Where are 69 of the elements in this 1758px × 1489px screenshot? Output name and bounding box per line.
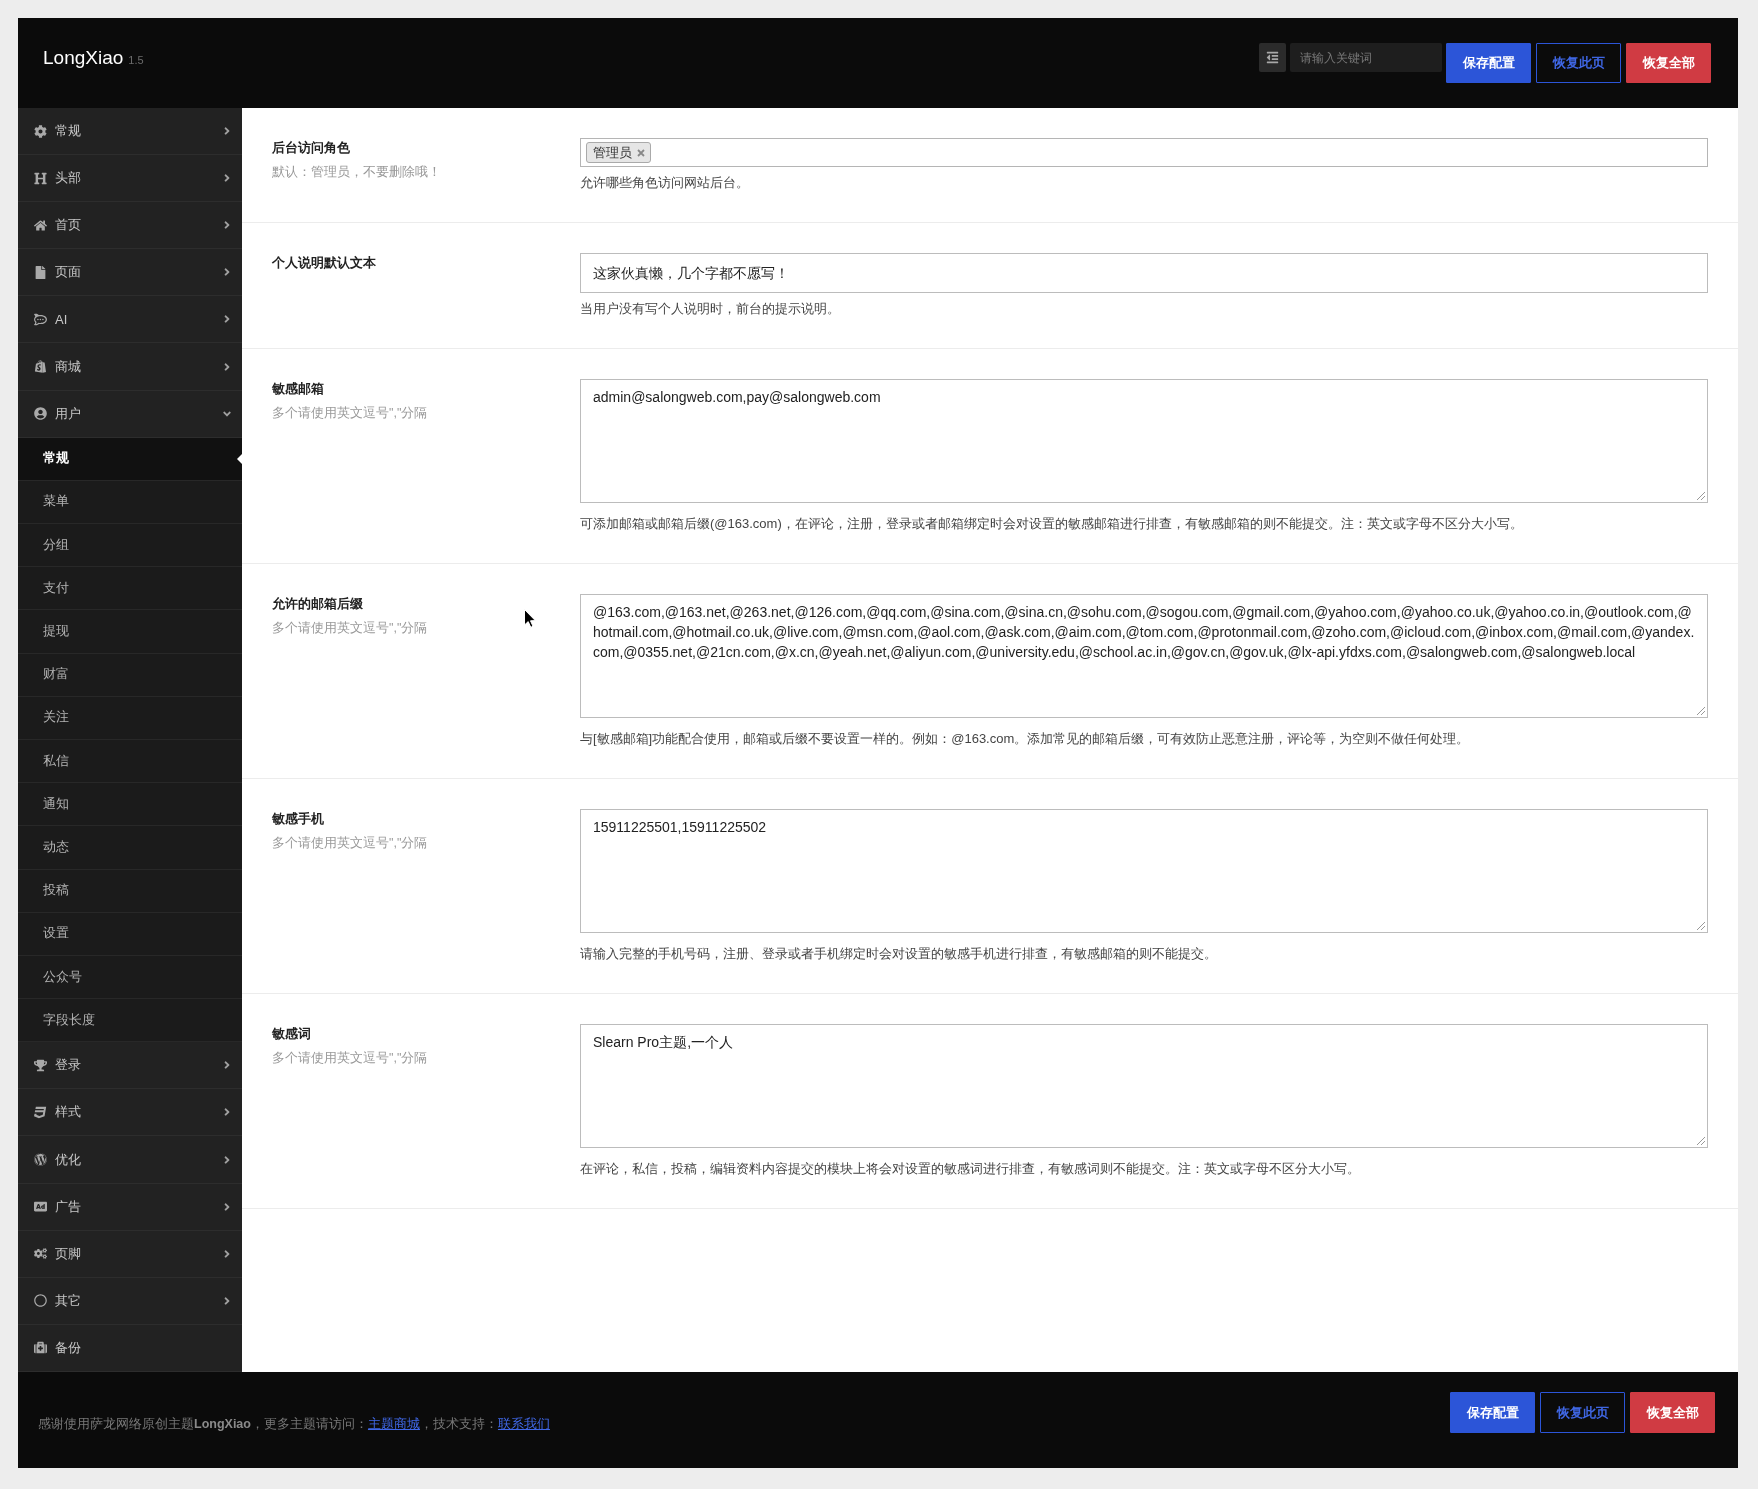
file-icon [34, 265, 47, 279]
sidebar-submenu-item[interactable]: 字段长度 [18, 999, 242, 1043]
css-logo-icon [34, 1105, 47, 1119]
textarea-field[interactable]: 15911225501,15911225502 [580, 809, 1708, 933]
trophy-icon [34, 1058, 47, 1072]
setting-label: 敏感手机 [272, 810, 324, 828]
restore-all-button[interactable]: 恢复全部 [1626, 43, 1711, 83]
textarea-field[interactable]: admin@salongweb.com,pay@salongweb.com [580, 379, 1708, 503]
footer-link[interactable]: 主题商城 [367, 1417, 420, 1431]
setting-note: 多个请使用英文逗号","分隔 [272, 405, 428, 422]
sidebar-submenu-item[interactable]: 设置 [18, 912, 242, 956]
setting-note: 多个请使用英文逗号","分隔 [272, 1050, 428, 1067]
textarea-field[interactable]: Slearn Pro主题,一个人 [580, 1024, 1708, 1148]
resize-grip-icon [1697, 707, 1705, 715]
help-text: 当用户没有写个人说明时，前台的提示说明。 [580, 300, 841, 318]
version-label: 1.5 [128, 53, 144, 68]
sidebar-submenu-item[interactable]: 私信 [18, 739, 242, 784]
save-button[interactable]: 保存配置 [1446, 43, 1531, 83]
help-text: 请输入完整的手机号码，注册、登录或者手机绑定时会对设置的敏感手机进行排查，有敏感邮箱的则不能提交。 [580, 945, 1218, 963]
help-text: 与[敏感邮箱]功能配合使用，邮箱或后缀不要设置一样的。例如：@163.com。添加常见的邮箱后缀，可有效防止恶意注册，评论等，为空则不做任何处理。 [580, 730, 1471, 748]
sidebar-submenu-item[interactable]: 财富 [18, 653, 242, 697]
heading-icon [34, 171, 47, 185]
logo-text[interactable]: LongXiao [43, 43, 124, 72]
sidebar-submenu-item[interactable]: 通知 [18, 783, 242, 827]
footer-credit: 感谢使用萨龙网络原创主题LongXiao，更多主题请访问：主题商城，技术支持：联系我们 [38, 1416, 550, 1433]
sidebar-submenu-item[interactable]: 分组 [18, 524, 242, 568]
search-field[interactable]: 请输入关键词 [1290, 43, 1442, 72]
setting-note: 多个请使用英文逗号","分隔 [272, 620, 428, 637]
home-icon [34, 218, 47, 232]
setting-note: 默认：管理员，不要删除哦！ [272, 164, 441, 181]
restore-page-button[interactable]: 恢复此页 [1540, 1392, 1625, 1433]
restore-page-button[interactable]: 恢复此页 [1536, 43, 1621, 83]
resize-grip-icon [1697, 1137, 1705, 1145]
text-input-field[interactable]: 这家伙真懒，几个字都不愿写！ [580, 253, 1708, 293]
footer-link[interactable]: 联系我们 [497, 1417, 550, 1431]
list-toggle-button[interactable] [1259, 43, 1286, 72]
resize-grip-icon [1697, 922, 1705, 930]
medical-kit-icon [34, 1341, 47, 1355]
gear-icon [34, 124, 47, 138]
mouse-pointer-icon [524, 609, 536, 628]
sidebar-submenu-item[interactable]: 公众号 [18, 955, 242, 1000]
sidebar-submenu-item[interactable]: 支付 [18, 567, 242, 611]
restore-all-button[interactable]: 恢复全部 [1630, 1392, 1715, 1433]
role-tag[interactable]: 管理员 [586, 142, 651, 163]
help-text: 在评论，私信，投稿，编辑资料内容提交的模块上将会对设置的敏感词进行排查，有敏感词则不能提交。注：英文或字母不区分大小写。 [580, 1160, 1361, 1178]
tag-select-field[interactable]: 管理员 [580, 138, 1708, 167]
setting-note: 多个请使用英文逗号","分隔 [272, 835, 428, 852]
sidebar-submenu-item[interactable]: 关注 [18, 696, 242, 740]
textarea-field[interactable]: @163.com,@163.net,@263.net,@126.com,@qq.com,@sina.com,@sina.cn,@sohu.com,@sogou.com,@gmail.com,@yahoo.com,@yahoo.co.uk,@yahoo.co.in,@outlook.com,@hotmail.com,@hotmail.co.uk,@live.com,@msn.com,@aol.com,@ask.com,@aim.com,@tom.com,@protonmail.com,@zoho.com,@icloud.com,@inbox.com,@mail.com,@yandex.com,@0355.net,@21cn.com,@x.cn,@yeah.net,@aliyun.com,@university.edu,@school.ac.in,@gov.cn,@gov.uk,@lx-api.yfdxs.com,@salongweb.com,@salongweb.local [580, 594, 1708, 718]
setting-label: 敏感邮箱 [272, 380, 324, 398]
chat-bubble-icon [34, 312, 47, 326]
outdent-icon [1266, 51, 1279, 64]
sidebar-submenu-item[interactable]: 提现 [18, 610, 242, 654]
shopping-bag-icon [34, 360, 47, 373]
setting-label: 个人说明默认文本 [272, 254, 376, 272]
sidebar-submenu-item[interactable]: 动态 [18, 826, 242, 870]
save-button[interactable]: 保存配置 [1450, 1392, 1535, 1433]
sidebar-submenu-item[interactable]: 菜单 [18, 480, 242, 525]
resize-grip-icon [1697, 492, 1705, 500]
gears-icon [34, 1247, 47, 1261]
setting-label: 敏感词 [272, 1025, 311, 1043]
close-icon[interactable] [637, 148, 645, 157]
sidebar-submenu-item[interactable]: 常规 [18, 437, 242, 481]
setting-label: 允许的邮箱后缀 [272, 595, 363, 613]
help-text: 允许哪些角色访问网站后台。 [580, 174, 750, 192]
help-text: 可添加邮箱或邮箱后缀(@163.com)，在评论，注册，登录或者邮箱绑定时会对设置的敏感邮箱进行排查，有敏感邮箱的则不能提交。注：英文或字母不区分大小写。 [580, 515, 1524, 533]
ad-icon [34, 1200, 47, 1214]
sidebar-submenu-item[interactable]: 投稿 [18, 869, 242, 913]
setting-label: 后台访问角色 [272, 139, 350, 157]
